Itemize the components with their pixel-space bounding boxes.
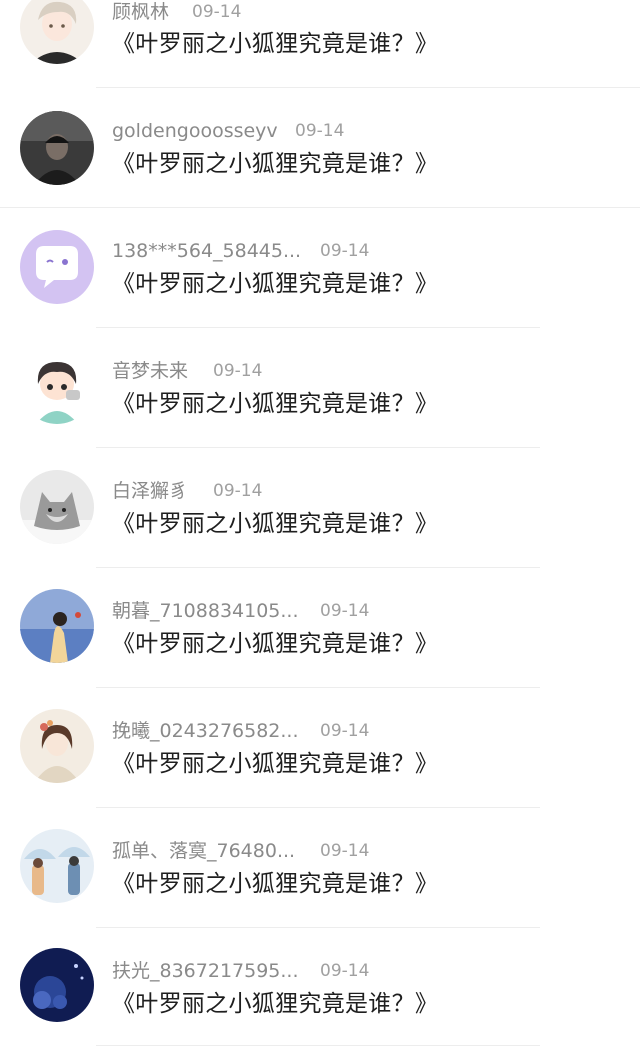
comment-item[interactable]: 顾枫林 09-14 《叶罗丽之小狐狸究竟是谁？》 bbox=[0, 0, 640, 88]
comment-text: 《叶罗丽之小狐狸究竟是谁？》 bbox=[112, 871, 439, 897]
comment-meta: 孤单、落寞_76480... 09-14 bbox=[112, 838, 369, 864]
comment-item[interactable]: 孤单、落寞_76480... 09-14 《叶罗丽之小狐狸究竟是谁？》 bbox=[0, 804, 640, 928]
comment-text: 《叶罗丽之小狐狸究竟是谁？》 bbox=[112, 31, 439, 57]
comment-date: 09-14 bbox=[320, 601, 370, 621]
comment-meta: 白泽獬豸 09-14 bbox=[112, 478, 262, 504]
comment-item[interactable]: goldengooosseyv 09-14 《叶罗丽之小狐狸究竟是谁？》 bbox=[0, 84, 640, 208]
username[interactable]: 白泽獬豸 bbox=[112, 478, 188, 504]
dark-photo-man-avatar-icon bbox=[20, 111, 94, 185]
comment-date: 09-14 bbox=[213, 361, 263, 381]
comment-text: 《叶罗丽之小狐狸究竟是谁？》 bbox=[112, 991, 439, 1017]
username[interactable]: 孤单、落寞_76480... bbox=[112, 838, 295, 864]
comment-item[interactable]: 朝暮_7108834105... 09-14 《叶罗丽之小狐狸究竟是谁？》 bbox=[0, 564, 640, 688]
username[interactable]: 挽曦_0243276582... bbox=[112, 718, 299, 744]
username[interactable]: 音梦未来 bbox=[112, 358, 188, 384]
avatar[interactable] bbox=[20, 589, 94, 663]
avatar[interactable] bbox=[20, 111, 94, 185]
comment-meta: 挽曦_0243276582... 09-14 bbox=[112, 718, 369, 744]
comment-meta: 音梦未来 09-14 bbox=[112, 358, 262, 384]
comment-date: 09-14 bbox=[320, 241, 370, 261]
username[interactable]: 顾枫林 bbox=[112, 0, 169, 25]
comment-text: 《叶罗丽之小狐狸究竟是谁？》 bbox=[112, 271, 439, 297]
comment-text: 《叶罗丽之小狐狸究竟是谁？》 bbox=[112, 151, 439, 177]
avatar[interactable] bbox=[20, 948, 94, 1022]
comment-text: 《叶罗丽之小狐狸究竟是谁？》 bbox=[112, 751, 439, 777]
blue-night-avatar-icon bbox=[20, 948, 94, 1022]
comment-meta: 朝暮_7108834105... 09-14 bbox=[112, 598, 369, 624]
username[interactable]: 朝暮_7108834105... bbox=[112, 598, 299, 624]
comment-text: 《叶罗丽之小狐狸究竟是谁？》 bbox=[112, 511, 439, 537]
comment-date: 09-14 bbox=[295, 121, 345, 141]
girl-seaside-avatar-icon bbox=[20, 589, 94, 663]
avatar[interactable] bbox=[20, 709, 94, 783]
avatar[interactable] bbox=[20, 0, 94, 64]
comment-list: 顾枫林 09-14 《叶罗丽之小狐狸究竟是谁？》 goldengooosseyv… bbox=[0, 0, 640, 1049]
comment-date: 09-14 bbox=[192, 2, 242, 22]
boy-silver-hair-avatar-icon bbox=[20, 0, 94, 64]
avatar[interactable] bbox=[20, 230, 94, 304]
comment-item[interactable]: 扶光_8367217595... 09-14 《叶罗丽之小狐狸究竟是谁？》 bbox=[0, 924, 640, 1046]
comment-item[interactable]: 138***564_58445... 09-14 《叶罗丽之小狐狸究竟是谁？》 bbox=[0, 204, 640, 328]
comment-meta: 扶光_8367217595... 09-14 bbox=[112, 958, 369, 984]
comment-text: 《叶罗丽之小狐狸究竟是谁？》 bbox=[112, 391, 439, 417]
wolf-avatar-icon bbox=[20, 470, 94, 544]
ancient-style-girl-avatar-icon bbox=[20, 709, 94, 783]
avatar[interactable] bbox=[20, 829, 94, 903]
comment-item[interactable]: 音梦未来 09-14 《叶罗丽之小狐狸究竟是谁？》 bbox=[0, 324, 640, 448]
couple-umbrella-avatar-icon bbox=[20, 829, 94, 903]
avatar[interactable] bbox=[20, 350, 94, 424]
comment-meta: goldengooosseyv 09-14 bbox=[112, 118, 344, 144]
comment-item[interactable]: 白泽獬豸 09-14 《叶罗丽之小狐狸究竟是谁？》 bbox=[0, 444, 640, 568]
purple-chat-bubble-avatar-icon bbox=[20, 230, 94, 304]
comment-text: 《叶罗丽之小狐狸究竟是谁？》 bbox=[112, 631, 439, 657]
comment-date: 09-14 bbox=[320, 721, 370, 741]
comment-date: 09-14 bbox=[320, 961, 370, 981]
username[interactable]: 138***564_58445... bbox=[112, 238, 301, 264]
comment-meta: 顾枫林 09-14 bbox=[112, 0, 241, 25]
username[interactable]: 扶光_8367217595... bbox=[112, 958, 299, 984]
chibi-boy-avatar-icon bbox=[20, 350, 94, 424]
divider bbox=[96, 1045, 540, 1046]
username[interactable]: goldengooosseyv bbox=[112, 118, 278, 144]
comment-meta: 138***564_58445... 09-14 bbox=[112, 238, 369, 264]
avatar[interactable] bbox=[20, 470, 94, 544]
comment-item[interactable]: 挽曦_0243276582... 09-14 《叶罗丽之小狐狸究竟是谁？》 bbox=[0, 684, 640, 808]
comment-date: 09-14 bbox=[213, 481, 263, 501]
comment-date: 09-14 bbox=[320, 841, 370, 861]
